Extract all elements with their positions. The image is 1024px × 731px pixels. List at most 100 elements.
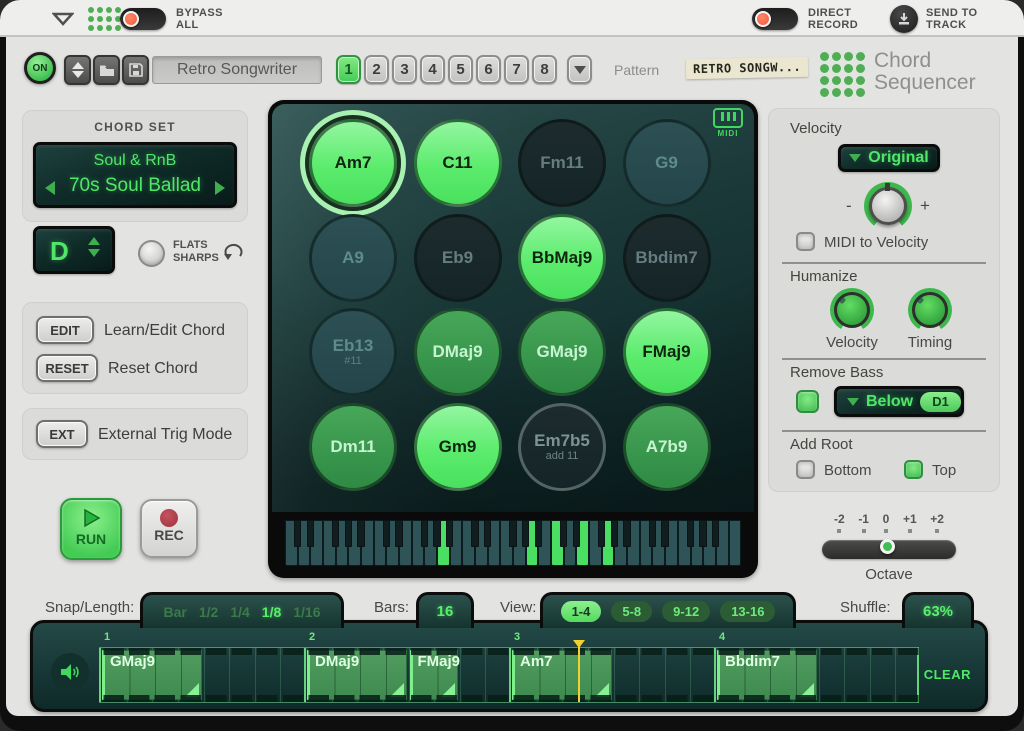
piano-black-key[interactable]: [471, 520, 478, 547]
piano-black-key[interactable]: [446, 520, 453, 547]
view-option-1-4[interactable]: 1-4: [561, 601, 602, 622]
piano-black-key[interactable]: [433, 520, 440, 547]
bars-tab[interactable]: 16: [416, 592, 474, 628]
view-option-9-12[interactable]: 9-12: [662, 601, 710, 622]
timeline-bar-3[interactable]: 3Am7: [509, 648, 714, 702]
piano-black-key[interactable]: [345, 520, 352, 547]
piano-black-key[interactable]: [421, 520, 428, 547]
remove-bass-note[interactable]: D1: [920, 392, 961, 412]
bypass-toggle[interactable]: [120, 8, 166, 30]
piano-black-key[interactable]: [573, 520, 580, 547]
rec-button[interactable]: REC: [140, 499, 198, 558]
piano-black-key[interactable]: [649, 520, 656, 547]
piano-black-key[interactable]: [522, 520, 529, 547]
snap-option-1/4[interactable]: 1/4: [230, 604, 249, 620]
pattern-button-8[interactable]: 8: [532, 55, 557, 84]
piano-black-key[interactable]: [611, 520, 618, 547]
chord-pad-A9[interactable]: A9: [309, 214, 397, 302]
piano-black-key[interactable]: [560, 520, 567, 547]
patch-browse-button[interactable]: [93, 55, 120, 85]
device-on-button[interactable]: ON: [24, 52, 56, 84]
snap-option-Bar[interactable]: Bar: [163, 604, 186, 620]
snap-option-1/16[interactable]: 1/16: [293, 604, 320, 620]
run-button[interactable]: RUN: [60, 498, 122, 560]
view-option-13-16[interactable]: 13-16: [720, 601, 775, 622]
patch-name-field[interactable]: Retro Songwriter: [152, 56, 322, 84]
audition-button[interactable]: [51, 653, 89, 691]
add-root-bottom-checkbox[interactable]: [796, 460, 815, 479]
chord-pad-Fm11[interactable]: Fm11: [518, 119, 606, 207]
piano-black-key[interactable]: [687, 520, 694, 547]
chord-pad-Eb13[interactable]: Eb13#11: [309, 308, 397, 396]
pattern-menu-button[interactable]: [567, 55, 592, 84]
humanize-timing-knob[interactable]: [908, 288, 952, 332]
piano-black-key[interactable]: [598, 520, 605, 547]
direct-record-toggle[interactable]: [752, 8, 798, 30]
piano-black-key[interactable]: [383, 520, 390, 547]
midi-to-velocity-checkbox[interactable]: [796, 232, 815, 251]
piano-black-key[interactable]: [535, 520, 542, 547]
pattern-button-7[interactable]: 7: [504, 55, 529, 84]
piano-black-key[interactable]: [623, 520, 630, 547]
chord-pad-Am7[interactable]: Am7: [309, 119, 397, 207]
flats-sharps-button[interactable]: [138, 240, 165, 267]
timeline-block-DMaj9[interactable]: DMaj9: [307, 650, 407, 700]
piano-white-key[interactable]: [729, 520, 742, 566]
velocity-knob[interactable]: [864, 182, 912, 230]
view-option-5-8[interactable]: 5-8: [611, 601, 652, 622]
edit-button[interactable]: EDIT: [36, 316, 94, 344]
chord-pad-GMaj9[interactable]: GMaj9: [518, 308, 606, 396]
chord-pad-DMaj9[interactable]: DMaj9: [414, 308, 502, 396]
send-to-track-button[interactable]: [890, 5, 918, 33]
chord-pad-Bbdim7[interactable]: Bbdim7: [623, 214, 711, 302]
shuffle-tab[interactable]: 63%: [902, 592, 974, 628]
piano-black-key[interactable]: [712, 520, 719, 547]
playhead[interactable]: [578, 641, 580, 702]
patch-up-down-stepper[interactable]: [64, 55, 91, 85]
chord-pad-BbMaj9[interactable]: BbMaj9: [518, 214, 606, 302]
piano-black-key[interactable]: [332, 520, 339, 547]
timeline-bar-4[interactable]: 4Bbdim7: [714, 648, 919, 702]
piano-black-key[interactable]: [395, 520, 402, 547]
chord-set-next-arrow[interactable]: [215, 181, 225, 195]
piano-black-key[interactable]: [509, 520, 516, 547]
chord-pad-A7b9[interactable]: A7b9: [623, 403, 711, 491]
chord-set-prev-arrow[interactable]: [45, 181, 55, 195]
pattern-button-4[interactable]: 4: [420, 55, 445, 84]
ext-button[interactable]: EXT: [36, 420, 88, 448]
remove-bass-checkbox[interactable]: [796, 390, 819, 413]
timeline-bar-1[interactable]: 1GMaj9: [99, 648, 304, 702]
piano-black-key[interactable]: [699, 520, 706, 547]
chord-pad-Eb9[interactable]: Eb9: [414, 214, 502, 302]
piano-black-key[interactable]: [307, 520, 314, 547]
chord-pad-Dm11[interactable]: Dm11: [309, 403, 397, 491]
pattern-button-3[interactable]: 3: [392, 55, 417, 84]
piano-black-key[interactable]: [484, 520, 491, 547]
timeline-bar-2[interactable]: 2DMaj9FMaj9: [304, 648, 509, 702]
pattern-button-1[interactable]: 1: [336, 55, 361, 84]
clear-button[interactable]: CLEAR: [924, 667, 971, 682]
chord-pad-FMaj9[interactable]: FMaj9: [623, 308, 711, 396]
timeline-block-FMaj9[interactable]: FMaj9: [410, 650, 458, 700]
reset-button[interactable]: RESET: [36, 354, 98, 382]
add-root-top-checkbox[interactable]: [904, 460, 923, 479]
piano-black-key[interactable]: [661, 520, 668, 547]
key-stepper[interactable]: [88, 237, 100, 257]
piano-black-key[interactable]: [357, 520, 364, 547]
chord-pad-G9[interactable]: G9: [623, 119, 711, 207]
pattern-button-2[interactable]: 2: [364, 55, 389, 84]
pattern-button-6[interactable]: 6: [476, 55, 501, 84]
timeline-block-Bbdim7[interactable]: Bbdim7: [717, 650, 817, 700]
timeline-block-Am7[interactable]: Am7: [512, 650, 612, 700]
remove-bass-dropdown[interactable]: Below D1: [834, 386, 964, 417]
patch-save-button[interactable]: [122, 55, 149, 85]
piano-black-key[interactable]: [294, 520, 301, 547]
pattern-name-display[interactable]: RETRO SONGW...: [686, 57, 809, 80]
humanize-velocity-knob[interactable]: [830, 288, 874, 332]
chord-pad-Em7b5[interactable]: Em7b5add 11: [518, 403, 606, 491]
collapse-device-icon[interactable]: [52, 12, 74, 26]
octave-slider-handle[interactable]: [880, 539, 895, 554]
chord-pad-C11[interactable]: C11: [414, 119, 502, 207]
timeline-grid[interactable]: 1GMaj92DMaj9FMaj93Am74Bbdim7: [99, 647, 919, 703]
velocity-mode-dropdown[interactable]: Original: [838, 144, 940, 172]
